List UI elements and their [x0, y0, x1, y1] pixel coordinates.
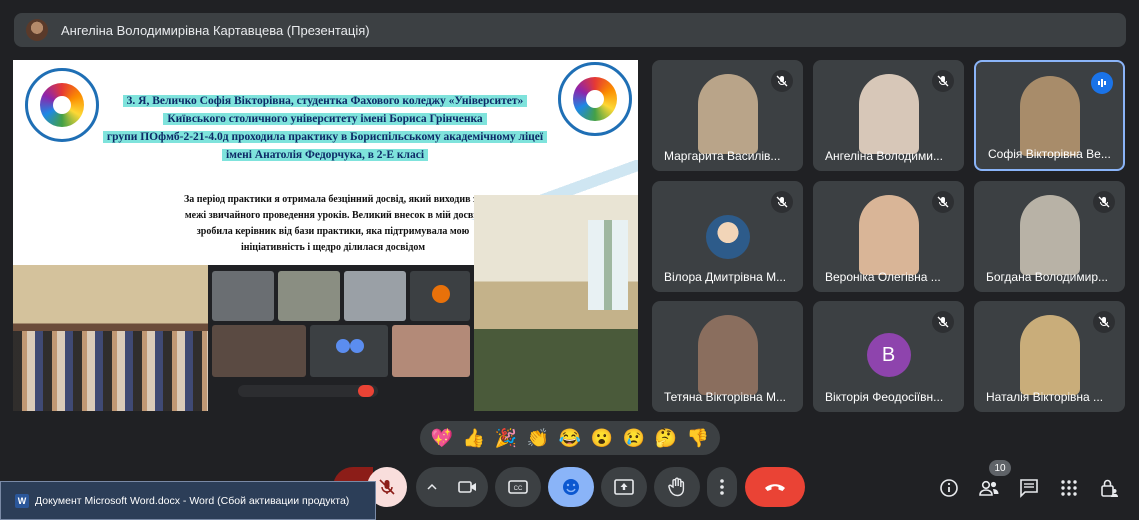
apps-grid-icon [1061, 480, 1077, 496]
people-button[interactable] [976, 475, 1002, 501]
participant-tile[interactable]: Ангеліна Володими... [813, 60, 964, 171]
participant-tile-speaking[interactable]: Софія Вікторівна Ве... [974, 60, 1125, 171]
people-icon [979, 480, 999, 496]
participant-name: Ангеліна Володими... [825, 149, 943, 163]
participant-tile[interactable]: Вілора Дмитрівна М... [652, 181, 803, 292]
mic-off-icon [932, 311, 954, 333]
online-lesson-screenshot [208, 265, 474, 411]
lock-person-icon [1101, 479, 1118, 497]
participant-tile[interactable]: Вероніка Олегівна ... [813, 181, 964, 292]
college-logo [558, 62, 632, 136]
captions-button[interactable]: CC [495, 467, 541, 507]
present-icon [614, 479, 634, 495]
people-count-badge: 10 [989, 460, 1011, 476]
taskbar-window-title: Документ Microsoft Word.docx - Word (Сбо… [35, 494, 350, 507]
participant-name: Маргарита Василів... [664, 149, 781, 163]
participant-video [1019, 76, 1080, 156]
meeting-details-button[interactable] [936, 475, 962, 501]
info-icon [940, 479, 958, 497]
participant-video [697, 315, 758, 395]
reaction-clap-button[interactable]: 👏 [527, 421, 549, 455]
shared-presentation: 3. Я, Величко Софія Вікторівна, студентк… [13, 60, 638, 411]
participant-name: Вілора Дмитрівна М... [664, 270, 787, 284]
mic-off-icon [1093, 191, 1115, 213]
more-options-button[interactable] [707, 467, 737, 507]
raise-hand-button[interactable] [654, 467, 700, 507]
participant-video [697, 74, 758, 154]
participant-name: Тетяна Вікторівна М... [664, 390, 786, 404]
chat-button[interactable] [1016, 475, 1042, 501]
mic-off-icon [771, 70, 793, 92]
slide-heading-line: імені Анатолія Федорчука, в 2-Е класі [221, 149, 429, 161]
classroom-photo [474, 195, 638, 411]
chat-icon [1020, 479, 1038, 498]
presenter-avatar [26, 19, 48, 41]
participant-tile[interactable]: Тетяна Вікторівна М... [652, 301, 803, 412]
reaction-laugh-button[interactable]: 😂 [559, 421, 581, 455]
word-icon: W [15, 493, 29, 508]
mic-off-icon [932, 191, 954, 213]
participant-name: Вероніка Олегівна ... [825, 270, 941, 284]
mic-off-icon [771, 191, 793, 213]
reaction-surprised-button[interactable]: 😮 [591, 421, 613, 455]
participant-tile[interactable]: Маргарита Василів... [652, 60, 803, 171]
more-vert-icon [720, 479, 724, 495]
participant-avatar [705, 215, 750, 259]
hand-icon [668, 477, 685, 497]
participant-tile[interactable]: Наталія Вікторівна ... [974, 301, 1125, 412]
reaction-thumbs-down-button[interactable]: 👎 [687, 421, 709, 455]
smile-icon [563, 479, 579, 495]
reactions-bar: 💖 👍 🎉 👏 😂 😮 😢 🤔 👎 [420, 421, 720, 455]
leave-call-button[interactable] [745, 467, 805, 507]
present-screen-button[interactable] [601, 467, 647, 507]
participant-name: Софія Вікторівна Ве... [988, 147, 1111, 161]
captions-icon: CC [508, 480, 528, 494]
svg-text:CC: CC [514, 486, 523, 492]
participant-name: Вікторія Феодосіївн... [825, 390, 944, 404]
camera-icon[interactable] [458, 479, 478, 495]
participant-video [1019, 315, 1080, 395]
participant-video [858, 74, 919, 154]
chevron-up-icon[interactable] [426, 481, 438, 493]
slide-body-text: За період практики я отримала безцінний … [183, 194, 483, 253]
presenter-bar[interactable]: Ангеліна Володимирівна Картавцева (Презе… [14, 13, 1126, 47]
emoji-reactions-button[interactable] [548, 467, 594, 507]
participant-name: Наталія Вікторівна ... [986, 390, 1104, 404]
meeting-window: Ангеліна Володимирівна Картавцева (Презе… [0, 0, 1139, 520]
speaking-indicator-icon [1091, 72, 1113, 94]
slide-heading-line: Київського столичного університету імені… [163, 113, 487, 125]
reaction-thinking-button[interactable]: 🤔 [655, 421, 677, 455]
reaction-sad-button[interactable]: 😢 [623, 421, 645, 455]
participant-initial-avatar: В [866, 333, 911, 377]
university-logo [25, 68, 99, 142]
mic-off-icon [1093, 311, 1115, 333]
participant-name: Богдана Володимир... [986, 270, 1108, 284]
participant-tile[interactable]: В Вікторія Феодосіївн... [813, 301, 964, 412]
participant-video [858, 195, 919, 275]
reaction-thumbs-up-button[interactable]: 👍 [463, 421, 485, 455]
host-controls-button[interactable] [1096, 475, 1122, 501]
participant-video [1019, 195, 1080, 275]
taskbar-word-window[interactable]: W Документ Microsoft Word.docx - Word (С… [0, 481, 376, 520]
mic-off-icon [932, 70, 954, 92]
slide-heading: 3. Я, Величко Софія Вікторівна, студентк… [89, 92, 561, 164]
participant-tile[interactable]: Богдана Володимир... [974, 181, 1125, 292]
activities-button[interactable] [1056, 475, 1082, 501]
reaction-heart-button[interactable]: 💖 [431, 421, 453, 455]
slide-heading-line: 3. Я, Величко Софія Вікторівна, студентк… [122, 95, 528, 107]
reaction-party-button[interactable]: 🎉 [495, 421, 517, 455]
mic-off-icon [379, 479, 395, 495]
hang-up-icon [765, 484, 785, 491]
class-photo [13, 265, 208, 411]
presenter-title: Ангеліна Володимирівна Картавцева (Презе… [61, 22, 370, 38]
slide-heading-line: групи ПОфмб-2-21-4.0д проходила практику… [102, 131, 548, 143]
camera-control-group [416, 467, 488, 507]
